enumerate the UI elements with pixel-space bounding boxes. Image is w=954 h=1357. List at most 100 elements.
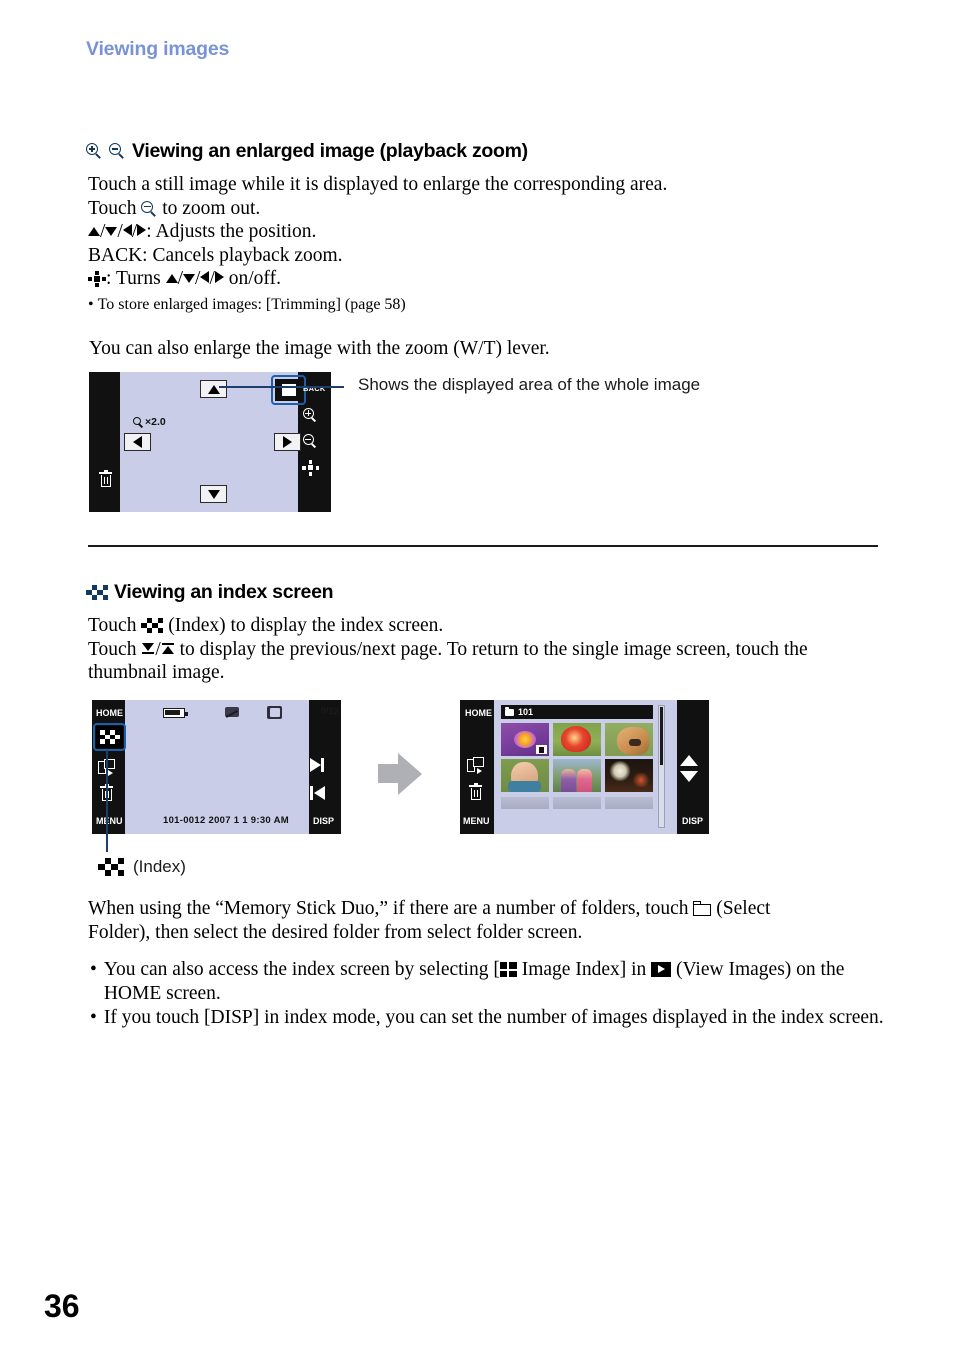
touch-word: Touch [88, 615, 137, 636]
scrollbar[interactable] [658, 705, 665, 828]
bullet-2-text: If you touch [DISP] in index mode, you c… [103, 1007, 825, 1028]
zoom-in-icon [86, 143, 103, 160]
zoom-in-icon[interactable] [303, 408, 318, 423]
instruction-line-2: Touch to zoom out. [88, 197, 888, 221]
section-divider [88, 545, 878, 547]
folder-header: 101 [501, 705, 653, 719]
index-line-2: Touch / to display the previous/next pag… [88, 638, 808, 660]
up-arrow-icon [165, 274, 178, 283]
status-bar: 9/12 [163, 706, 339, 720]
next-image-bar [321, 758, 324, 772]
section-heading-playback-zoom: Viewing an enlarged image (playback zoom… [86, 140, 528, 163]
thumbnail-item[interactable] [501, 723, 549, 756]
bullet-1-text-a: You can also access the index screen by … [103, 959, 500, 980]
down-arrow-button[interactable] [200, 485, 227, 503]
lcd-screen-area: 101 [494, 700, 677, 834]
down-arrow-icon [105, 227, 118, 236]
folder-icon [505, 706, 514, 716]
thumbnail-item[interactable] [501, 759, 549, 792]
index-screen-instructions: Touch (Index) to display the index scree… [88, 614, 888, 685]
callout-leader-line [219, 386, 344, 388]
list-item: • You can also access the index screen b… [90, 958, 902, 1005]
menu-button[interactable]: MENU [96, 816, 123, 826]
page-down-icon [141, 642, 155, 657]
zoom-out-icon[interactable] [303, 434, 318, 449]
bullet-marker: • [90, 959, 97, 980]
transition-arrow-icon [378, 753, 422, 795]
file-info-text: 101-0012 2007 1 1 9:30 AM [163, 815, 289, 826]
right-arrow-icon [214, 271, 224, 283]
view-images-icon [651, 962, 672, 977]
bullet-1-text-c: (View Images) on [676, 959, 816, 980]
section-heading-index-screen: Viewing an index screen [86, 581, 334, 604]
delete-icon[interactable] [469, 782, 482, 801]
left-arrow-button[interactable] [124, 433, 151, 451]
memory-card-icon [267, 706, 282, 719]
index-line-2-text: to display the previous/next page. To re… [179, 638, 808, 660]
bullet-1-text-b: Image Index] in [521, 959, 647, 980]
bullet-2-text-cont: screen. [828, 1007, 884, 1028]
displayed-area-indicator-button[interactable] [275, 379, 302, 401]
previous-image-icon[interactable] [314, 786, 325, 800]
home-button[interactable]: HOME [465, 708, 492, 718]
right-arrow-icon [137, 224, 147, 236]
index-legend-label: (Index) [133, 857, 186, 876]
onoff-text: on/off. [228, 268, 281, 289]
delete-icon[interactable] [99, 469, 112, 488]
zoom-out-icon [141, 200, 157, 217]
left-arrow-icon [122, 224, 132, 236]
index-callout-leader-line [106, 750, 108, 852]
touch-word: Touch [88, 197, 137, 219]
disp-button[interactable]: DISP [313, 816, 334, 826]
bullet-2-body: If you touch [DISP] in index mode, you c… [104, 1006, 884, 1030]
page-number: 36 [44, 1288, 80, 1324]
thumbnail-item[interactable] [553, 723, 601, 756]
instruction-line-1: Touch a still image while it is displaye… [88, 174, 668, 195]
list-item: • If you touch [DISP] in index mode, you… [90, 1006, 902, 1030]
lcd-index-screen-illustration: 101 HOME MENU DISP [460, 700, 709, 834]
callout-text: Shows the displayed area of the whole im… [358, 375, 701, 394]
index-line-1-text: (Index) to display the index screen. [168, 615, 444, 636]
thumbnail-item[interactable] [605, 759, 653, 792]
touch-word: Touch [88, 638, 137, 660]
image-size-icon [225, 706, 241, 719]
thumbnail-item[interactable] [605, 723, 653, 756]
menu-button[interactable]: MENU [463, 816, 490, 826]
thumbnail-item[interactable] [553, 759, 601, 792]
index-icon [86, 585, 108, 600]
folder-number: 101 [518, 707, 534, 717]
index-icon [99, 730, 120, 744]
disp-button[interactable]: DISP [682, 816, 703, 826]
select-folder-text-a: When using the “Memory Stick Duo,” if th… [88, 898, 689, 919]
image-index-icon [499, 962, 517, 977]
index-icon [141, 618, 164, 633]
zoom-magnification-label: ×2.0 [133, 416, 166, 428]
down-arrow-icon [183, 274, 196, 283]
select-folder-paragraph: When using the “Memory Stick Duo,” if th… [88, 897, 898, 944]
select-folder-line-2: Folder), then select the desired folder … [88, 921, 583, 943]
up-arrow-icon [207, 384, 220, 394]
up-arrow-icon [88, 227, 100, 236]
index-line-2-cont: thumbnail image. [88, 662, 225, 683]
playback-zoom-instructions: Touch a still image while it is displaye… [88, 173, 888, 316]
right-arrow-button[interactable] [274, 433, 301, 451]
index-notes-list: • You can also access the index screen b… [90, 958, 902, 1030]
index-line-1: Touch (Index) to display the index scree… [88, 614, 888, 638]
section-heading-text: Viewing an enlarged image (playback zoom… [132, 140, 528, 162]
index-button[interactable] [96, 726, 123, 748]
home-button[interactable]: HOME [96, 708, 123, 718]
lcd-playback-zoom-illustration: ×2.0 BACK [89, 372, 331, 512]
select-folder-line-1: When using the “Memory Stick Duo,” if th… [88, 897, 898, 921]
instruction-line-4: BACK: Cancels playback zoom. [88, 244, 343, 266]
bullet-1-body: You can also access the index screen by … [104, 958, 902, 1005]
select-folder-text-b: (Select [716, 898, 771, 919]
dpad-toggle-icon[interactable] [302, 460, 319, 476]
thumbnail-grid [501, 723, 653, 828]
movie-badge-icon [536, 745, 547, 754]
dpad-icon [88, 271, 106, 287]
left-arrow-icon [200, 271, 210, 283]
up-arrow-button[interactable] [200, 380, 227, 398]
next-image-icon[interactable] [310, 758, 321, 772]
slideshow-icon[interactable] [467, 757, 485, 774]
index-icon [98, 858, 124, 876]
